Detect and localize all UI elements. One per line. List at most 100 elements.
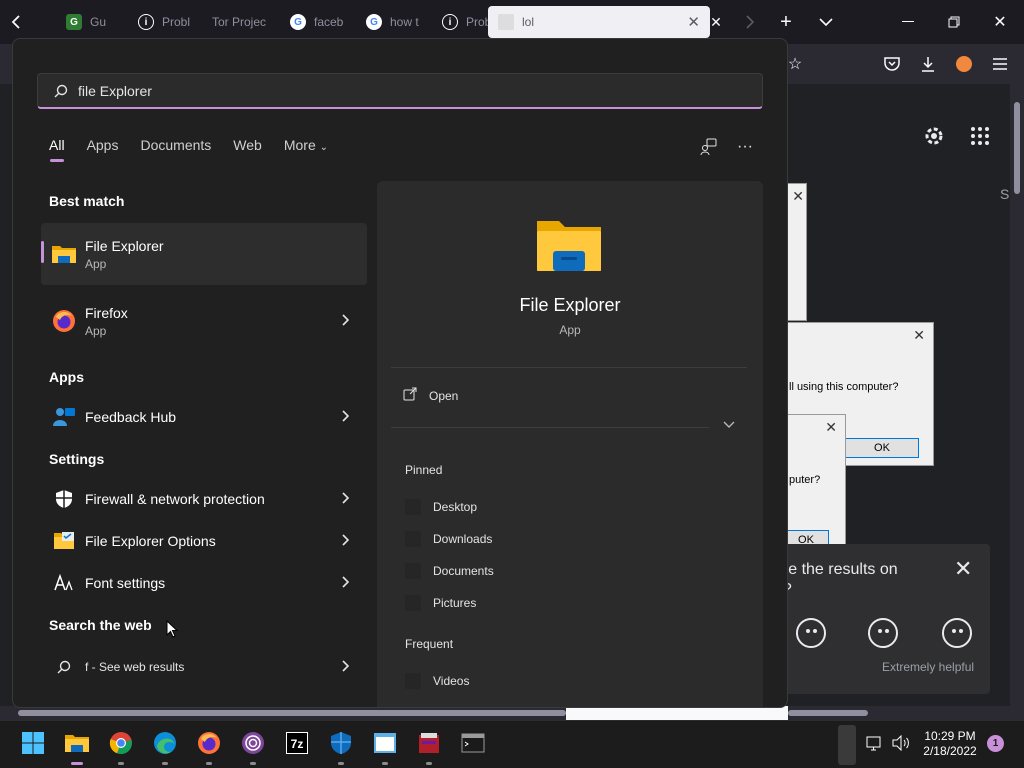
back-tab-arrow-icon[interactable]: [4, 10, 28, 34]
chevron-right-icon[interactable]: [342, 313, 350, 329]
result-file-explorer[interactable]: File Explorer App: [41, 223, 367, 285]
chevron-down-icon: ⌄: [319, 142, 329, 153]
neutral-face-icon[interactable]: [796, 618, 826, 648]
dialog-close-icon[interactable]: ✕: [825, 419, 837, 436]
result-feedback-hub[interactable]: Feedback Hub: [41, 399, 367, 435]
running-indicator: [206, 762, 212, 765]
dialog-ok-button[interactable]: OK: [845, 438, 919, 458]
pinned-item-documents[interactable]: Documents: [405, 563, 494, 579]
taskbar-notepad[interactable]: [372, 731, 398, 765]
taskbar-terminal[interactable]: [460, 731, 486, 757]
chevron-right-icon[interactable]: [342, 491, 350, 507]
horizontal-scrollbar[interactable]: [0, 706, 1024, 720]
start-search-box[interactable]: [37, 73, 763, 109]
show-desktop-hover[interactable]: [838, 725, 856, 765]
tab-close-icon[interactable]: ✕: [687, 13, 700, 31]
mouse-cursor-icon: [166, 619, 179, 641]
chrome-icon: [109, 731, 133, 758]
taskbar-7zip[interactable]: 7z: [284, 731, 310, 757]
slight-smile-face-icon[interactable]: [868, 618, 898, 648]
clock-time: 10:29 PM: [924, 729, 976, 743]
chevron-right-icon[interactable]: [342, 575, 350, 591]
chevron-right-icon[interactable]: [738, 10, 762, 34]
firefox-icon: [51, 308, 77, 334]
download-icon[interactable]: [916, 52, 940, 76]
result-name: File Explorer Options: [85, 533, 216, 549]
section-heading-search-web: Search the web: [49, 617, 152, 633]
pinned-item-desktop[interactable]: Desktop: [405, 499, 477, 515]
tor-browser-icon: [241, 731, 265, 758]
list-tabs-chevron-icon[interactable]: [814, 10, 838, 34]
dialog-close-icon[interactable]: ✕: [913, 327, 925, 344]
notification-badge[interactable]: 1: [987, 735, 1004, 752]
taskbar-windows-security[interactable]: [328, 731, 354, 765]
result-font-settings[interactable]: Font settings: [41, 565, 367, 601]
taskbar-edge[interactable]: [152, 731, 178, 765]
more-options-icon[interactable]: ···: [733, 135, 757, 159]
clock[interactable]: 10:29 PM 2/18/2022: [918, 729, 982, 759]
switch-account-icon[interactable]: [697, 135, 721, 159]
page-scrollbar[interactable]: [1010, 84, 1024, 706]
extension-icon[interactable]: [952, 52, 976, 76]
taskbar-file-explorer[interactable]: [64, 731, 90, 765]
filter-tab-apps[interactable]: Apps: [87, 137, 119, 153]
pinned-item-label: Documents: [433, 564, 494, 578]
start-button[interactable]: [20, 731, 46, 757]
feedback-close-icon[interactable]: ✕: [954, 556, 972, 582]
browser-tab[interactable]: G Gu: [56, 6, 120, 38]
pinned-item-label: Pictures: [433, 596, 477, 610]
pinned-item-pictures[interactable]: Pictures: [405, 595, 476, 611]
scrollbar-thumb[interactable]: [788, 710, 868, 716]
chevron-right-icon[interactable]: [342, 409, 350, 425]
feedback-question-line: ere the results on: [774, 561, 898, 578]
filter-tab-all[interactable]: All: [49, 137, 65, 162]
result-web-search[interactable]: f - See web results: [41, 649, 367, 685]
chevron-right-icon[interactable]: [342, 659, 350, 675]
minimize-icon[interactable]: [896, 10, 920, 34]
folder-icon: [405, 563, 421, 579]
open-action[interactable]: Open: [403, 387, 458, 404]
expand-chevron-icon[interactable]: [723, 417, 735, 431]
taskbar-firefox[interactable]: [196, 731, 222, 765]
filter-tab-web[interactable]: Web: [233, 137, 262, 153]
firefox-icon: [197, 731, 221, 758]
browser-tab[interactable]: G how t: [356, 6, 428, 38]
big-smile-face-icon[interactable]: [942, 618, 972, 648]
browser-tab[interactable]: i Probl: [128, 6, 196, 38]
hamburger-menu-icon[interactable]: [988, 52, 1012, 76]
frequent-item-videos[interactable]: Videos: [405, 673, 469, 689]
terminal-icon: [461, 733, 485, 756]
volume-icon[interactable]: [892, 734, 910, 754]
settings-gear-icon[interactable]: [922, 124, 946, 151]
section-heading-best-match: Best match: [49, 193, 125, 209]
browser-tab[interactable]: i Prob: [432, 6, 490, 38]
taskbar-tor-browser[interactable]: [240, 731, 266, 765]
browser-tab-active[interactable]: lol ✕: [488, 6, 710, 38]
pinned-item-downloads[interactable]: Downloads: [405, 531, 492, 547]
taskbar-chrome[interactable]: [108, 731, 134, 765]
chevron-right-icon[interactable]: [342, 533, 350, 549]
restore-icon[interactable]: [942, 10, 966, 34]
result-firewall-network-protection[interactable]: Firewall & network protection: [41, 481, 367, 517]
filter-tab-documents[interactable]: Documents: [140, 137, 211, 153]
scrollbar-thumb[interactable]: [1014, 102, 1020, 194]
search-input[interactable]: [78, 82, 718, 99]
result-file-explorer-options[interactable]: File Explorer Options: [41, 523, 367, 559]
filter-tab-more[interactable]: More ⌄: [284, 137, 328, 153]
window-close-icon[interactable]: ✕: [988, 10, 1012, 34]
pocket-icon[interactable]: [880, 52, 904, 76]
close-icon[interactable]: ✕: [704, 10, 728, 34]
browser-tab[interactable]: Tor Projec: [202, 6, 278, 38]
folder-icon: [51, 241, 77, 267]
folder-icon: [405, 531, 421, 547]
network-icon[interactable]: [866, 735, 884, 754]
apps-grid-icon[interactable]: [970, 126, 990, 149]
dialog-close-icon[interactable]: ✕: [792, 188, 804, 205]
browser-tab[interactable]: G faceb: [280, 6, 352, 38]
result-firefox[interactable]: Firefox App: [41, 293, 367, 349]
new-tab-plus-icon[interactable]: +: [774, 10, 798, 34]
scrollbar-thumb[interactable]: [18, 710, 566, 716]
dialog-message: puter?: [789, 474, 821, 486]
taskbar-winrar[interactable]: [416, 731, 442, 765]
running-indicator: [426, 762, 432, 765]
